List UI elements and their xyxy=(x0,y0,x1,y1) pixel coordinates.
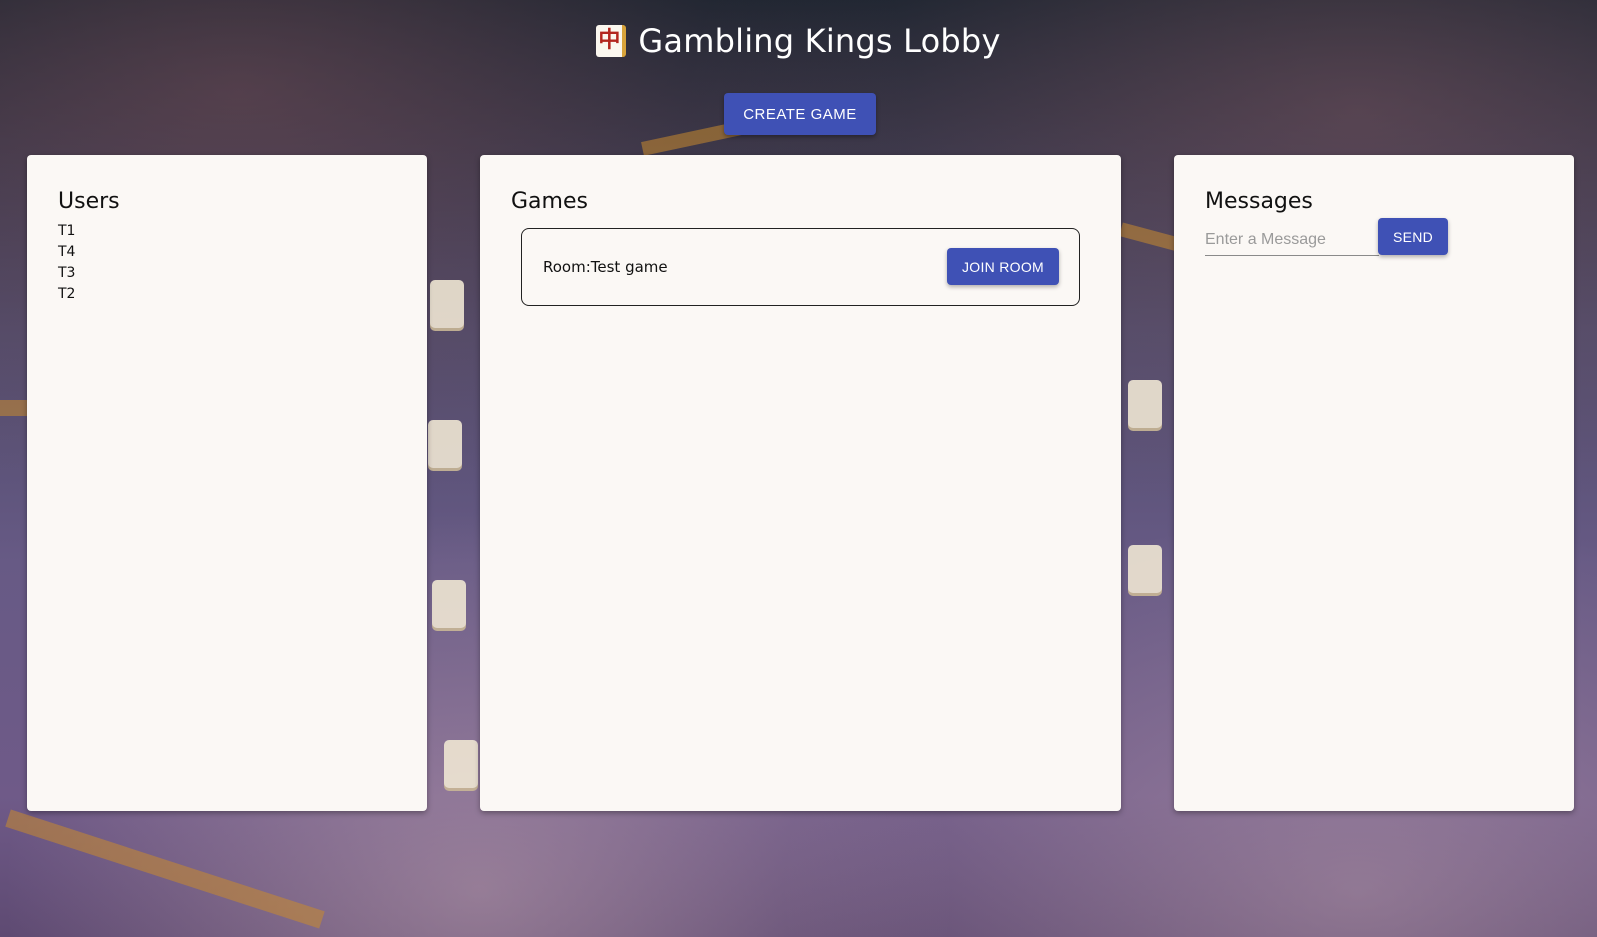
mahjong-tile-decor xyxy=(430,280,464,328)
table-edge-left xyxy=(0,400,27,416)
user-item: T2 xyxy=(58,286,76,302)
messages-title: Messages xyxy=(1205,189,1313,214)
create-game-button[interactable]: CREATE GAME xyxy=(724,93,876,135)
mahjong-tile-decor xyxy=(444,740,478,788)
mahjong-tile-decor xyxy=(1128,380,1162,428)
messages-panel: Messages SEND xyxy=(1174,155,1574,811)
mahjong-tile-decor xyxy=(1128,545,1162,593)
game-room-label: Room:Test game xyxy=(543,258,668,276)
game-room-card: Room:Test game JOIN ROOM xyxy=(521,228,1080,306)
user-item: T3 xyxy=(58,265,76,281)
join-room-button[interactable]: JOIN ROOM xyxy=(947,248,1059,285)
users-panel: Users T1 T4 T3 T2 xyxy=(27,155,427,811)
table-edge-right xyxy=(1119,222,1181,252)
mahjong-tile-icon: 中 xyxy=(596,25,627,57)
games-title: Games xyxy=(511,189,588,214)
page-title-text: Gambling Kings Lobby xyxy=(638,22,1001,60)
user-list: T1 T4 T3 T2 xyxy=(58,221,75,305)
mahjong-tile-decor xyxy=(432,580,466,628)
user-item: T4 xyxy=(58,244,76,260)
users-title: Users xyxy=(58,189,120,214)
table-edge-bottom-left xyxy=(5,809,325,929)
page-title: 中 Gambling Kings Lobby xyxy=(0,22,1597,60)
user-item: T1 xyxy=(58,223,76,239)
send-button[interactable]: SEND xyxy=(1378,218,1448,255)
mahjong-tile-decor xyxy=(428,420,462,468)
games-panel: Games Room:Test game JOIN ROOM xyxy=(480,155,1121,811)
message-input[interactable] xyxy=(1205,225,1379,256)
